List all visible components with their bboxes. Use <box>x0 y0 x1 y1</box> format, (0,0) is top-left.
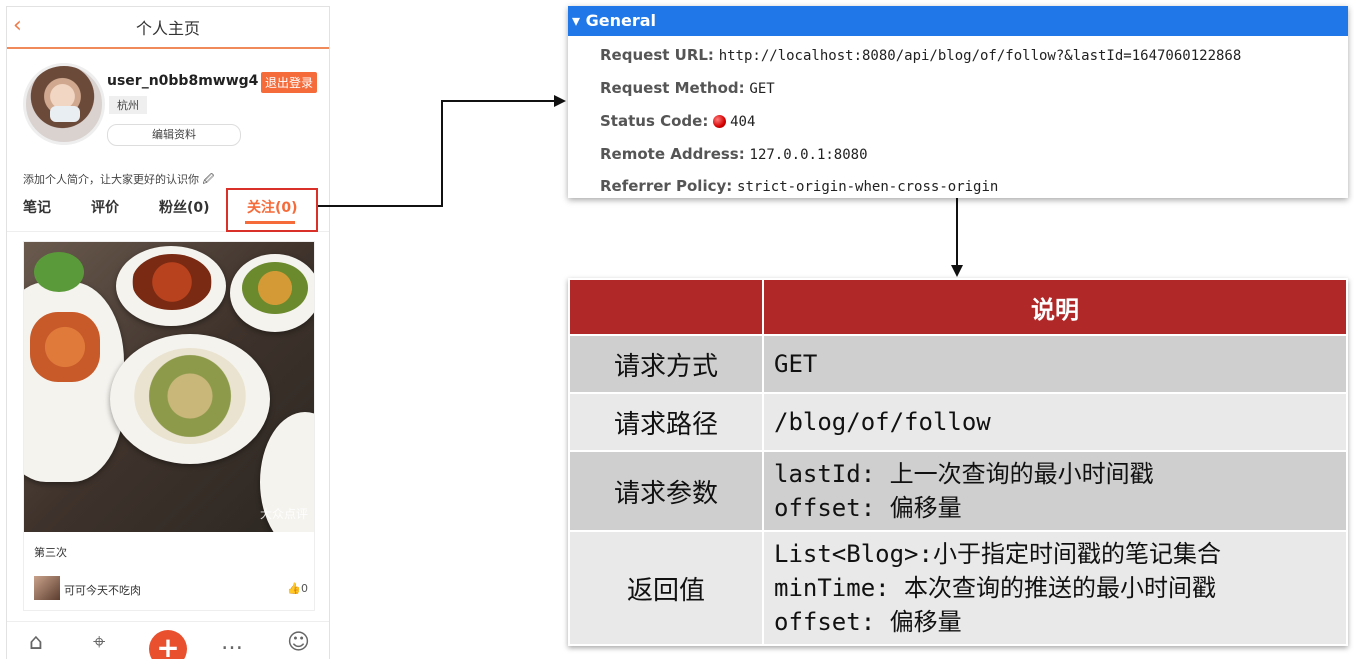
table-header-description: 说明 <box>762 278 1348 336</box>
status-code-label: Status Code: <box>600 112 709 130</box>
value-line: offset: 偏移量 <box>774 608 962 636</box>
table-header-row: 说明 <box>568 278 1348 336</box>
row-key: 请求方式 <box>568 334 764 394</box>
row-value: GET <box>762 334 1348 394</box>
value-line: minTime: 本次查询的推送的最小时间戳 <box>774 574 1217 602</box>
note-author[interactable]: 可可今天不吃肉 <box>64 582 141 598</box>
page-title: 个人主页 <box>135 19 200 38</box>
row-value: List<Blog>:小于指定时间戳的笔记集合 minTime: 本次查询的推送… <box>762 530 1348 646</box>
bottom-nav: ⌂ ⌖ + … ☺ <box>7 621 329 659</box>
phone-screen: ‹ 个人主页 user_n0bb8mwwg4 退出登录 杭州 编辑资料 添加个人… <box>6 6 330 659</box>
edit-profile-button[interactable]: 编辑资料 <box>107 124 241 146</box>
like-value: 0 <box>301 582 308 595</box>
api-spec-table: 说明 请求方式 GET 请求路径 /blog/of/follow 请求参数 la… <box>568 278 1348 646</box>
remote-address-value: 127.0.0.1:8080 <box>749 147 868 163</box>
thumbs-up-icon[interactable]: 👍 <box>287 582 301 595</box>
table-row: 返回值 List<Blog>:小于指定时间戳的笔记集合 minTime: 本次查… <box>568 530 1348 646</box>
note-photo[interactable]: 大众点评 <box>24 242 314 532</box>
table-row: 请求路径 /blog/of/follow <box>568 392 1348 452</box>
city-badge: 杭州 <box>109 96 147 114</box>
value-line: lastId: 上一次查询的最小时间戳 <box>774 460 1154 488</box>
avatar[interactable] <box>23 63 105 145</box>
row-value: /blog/of/follow <box>762 392 1348 452</box>
row-key: 请求路径 <box>568 392 764 452</box>
referrer-policy-label: Referrer Policy: <box>600 177 733 195</box>
bio-text[interactable]: 添加个人简介，让大家更好的认识你 🖉 <box>23 171 214 190</box>
note-card[interactable]: 大众点评 第三次 可可今天不吃肉 👍0 <box>23 241 315 611</box>
value-line: /blog/of/follow <box>774 408 991 436</box>
author-avatar[interactable] <box>34 576 60 600</box>
general-header[interactable]: ▾ General <box>568 6 1348 36</box>
table-row: 请求方式 GET <box>568 334 1348 394</box>
highlight-box <box>226 188 318 232</box>
request-method-label: Request Method: <box>600 79 745 97</box>
plus-icon[interactable]: + <box>149 630 187 659</box>
request-general-panel: ▾ General Request URL: http://localhost:… <box>568 6 1348 198</box>
request-method-row: Request Method: GET <box>600 79 775 97</box>
watermark-text: 大众点评 <box>259 507 308 521</box>
request-url-value: http://localhost:8080/api/blog/of/follow… <box>718 48 1242 64</box>
tab-reviews[interactable]: 评价 <box>91 197 119 217</box>
status-code-row: Status Code: 404 <box>600 112 755 130</box>
tab-notes[interactable]: 笔记 <box>23 197 51 217</box>
row-key: 请求参数 <box>568 450 764 532</box>
value-line: GET <box>774 350 818 378</box>
request-method-value: GET <box>749 81 775 97</box>
like-count[interactable]: 👍0 <box>287 582 308 595</box>
chat-icon[interactable]: … <box>221 630 243 655</box>
user-icon[interactable]: ☺ <box>287 630 310 655</box>
nav-bar: ‹ 个人主页 <box>7 7 329 49</box>
map-pin-icon[interactable]: ⌖ <box>93 630 105 655</box>
row-key: 返回值 <box>568 530 764 646</box>
value-line: offset: 偏移量 <box>774 494 962 522</box>
home-icon[interactable]: ⌂ <box>29 630 43 655</box>
remote-address-label: Remote Address: <box>600 145 745 163</box>
logout-button[interactable]: 退出登录 <box>261 72 318 93</box>
referrer-policy-value: strict-origin-when-cross-origin <box>737 179 999 195</box>
table-header-empty <box>568 278 764 336</box>
tab-fans[interactable]: 粉丝(0) <box>159 197 210 217</box>
table-row: 请求参数 lastId: 上一次查询的最小时间戳 offset: 偏移量 <box>568 450 1348 532</box>
username: user_n0bb8mwwg4 <box>107 73 259 89</box>
status-code-value: 404 <box>730 114 756 130</box>
value-line: List<Blog>:小于指定时间戳的笔记集合 <box>774 540 1221 568</box>
note-title[interactable]: 第三次 <box>34 544 67 560</box>
request-url-row: Request URL: http://localhost:8080/api/b… <box>600 46 1241 64</box>
error-dot-icon <box>713 115 727 128</box>
remote-address-row: Remote Address: 127.0.0.1:8080 <box>600 145 868 163</box>
request-url-label: Request URL: <box>600 46 714 64</box>
referrer-policy-row: Referrer Policy: strict-origin-when-cros… <box>600 177 998 195</box>
row-value: lastId: 上一次查询的最小时间戳 offset: 偏移量 <box>762 450 1348 532</box>
